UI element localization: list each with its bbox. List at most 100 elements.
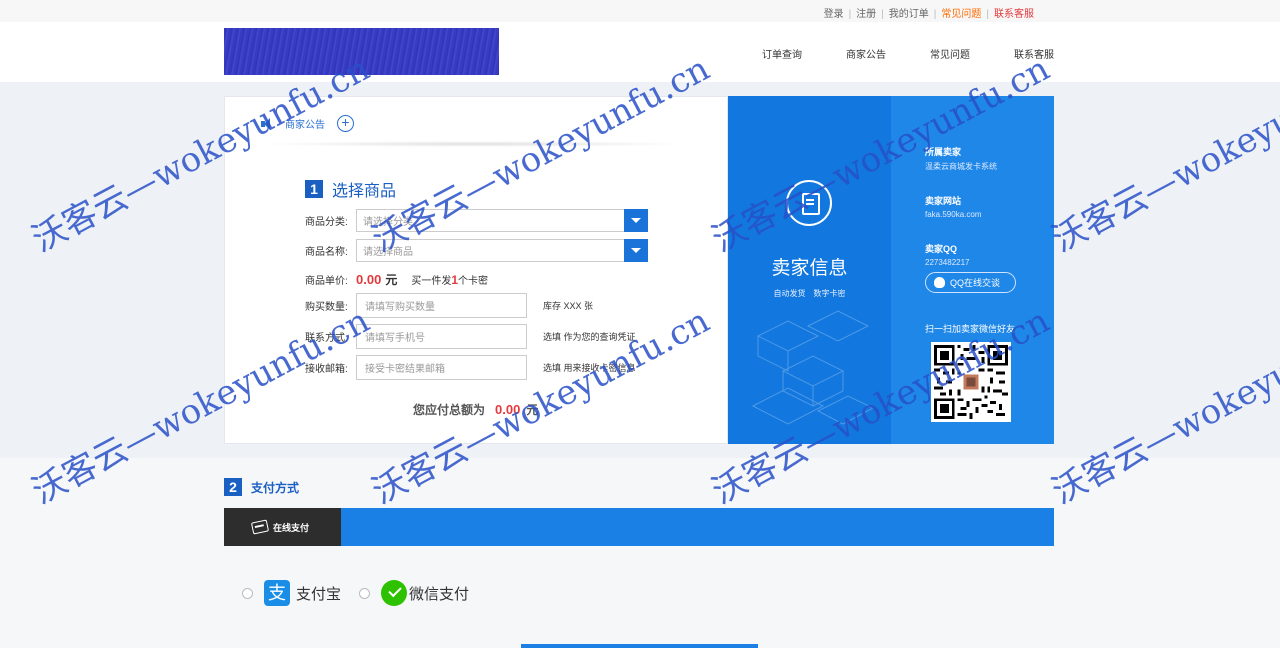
- site-block: 卖家网站 faka.590ka.com: [925, 194, 981, 219]
- owner-label: 所属卖家: [925, 147, 962, 157]
- chevron-down-icon[interactable]: [624, 209, 648, 232]
- separator: |: [848, 9, 852, 20]
- speaker-icon: [261, 117, 273, 130]
- site-label: 卖家网站: [925, 196, 962, 206]
- seller-subtitle: 自动发货 数字卡密: [728, 288, 891, 299]
- total-unit: 元: [526, 403, 539, 417]
- digital-card-tag: 数字卡密: [813, 289, 846, 298]
- qq-chat-button[interactable]: QQ在线交谈: [925, 272, 1016, 293]
- top-bar: 登录 | 注册 | 我的订单 | 常见问题 | 联系客服: [0, 0, 1280, 22]
- price-note-suffix: 个卡密: [458, 276, 489, 287]
- nav-faq[interactable]: 常见问题: [930, 46, 970, 61]
- qq-chat-label: QQ在线交谈: [950, 278, 1001, 288]
- email-label: 接收邮箱:: [305, 364, 348, 375]
- submit-button[interactable]: [521, 644, 758, 648]
- wechat-pay-icon: [381, 580, 408, 606]
- price-label: 商品单价:: [305, 276, 348, 287]
- card-icon: [250, 519, 270, 535]
- category-select[interactable]: 请选择分类: [356, 209, 648, 232]
- plus-icon[interactable]: +: [337, 115, 354, 132]
- qq-value: 2273482217: [925, 258, 970, 267]
- contact-row: 联系方式: 请填写手机号 选填 作为您的查询凭证: [305, 324, 636, 349]
- notice-label: 商家公告: [285, 120, 325, 131]
- email-placeholder: 接受卡密结果邮箱: [365, 364, 445, 375]
- alipay-label[interactable]: 支付宝: [296, 583, 341, 604]
- register-link[interactable]: 注册: [856, 9, 876, 20]
- total-row: 您应付总额为 0.00 元: [413, 401, 538, 418]
- payment-tab-bar: 在线支付: [224, 508, 1054, 546]
- owner-block: 所属卖家 温柔云商城发卡系统: [925, 145, 997, 172]
- order-card: 商家公告 + 1 选择商品 商品分类: 请选择分类 商品名称: 请选择商品 商品…: [224, 96, 728, 444]
- login-link[interactable]: 登录: [824, 9, 844, 20]
- tab-label: 在线支付: [273, 522, 310, 533]
- seller-title: 卖家信息: [771, 258, 848, 279]
- qr-code-icon: [934, 345, 1008, 419]
- contact-label: 联系方式:: [305, 333, 348, 344]
- phone-placeholder: 请填写手机号: [365, 333, 425, 344]
- qq-label: 卖家QQ: [925, 244, 958, 254]
- step-number: 1: [305, 180, 323, 198]
- category-label: 商品分类:: [305, 217, 348, 228]
- phone-input[interactable]: 请填写手机号: [356, 324, 527, 349]
- email-row: 接收邮箱: 接受卡密结果邮箱 选填 用来接收卡密信息: [305, 355, 636, 380]
- my-orders-link[interactable]: 我的订单: [889, 9, 929, 20]
- product-select[interactable]: 请选择商品: [356, 239, 648, 262]
- wechat-label[interactable]: 微信支付: [409, 583, 469, 604]
- category-row: 商品分类: 请选择分类: [305, 209, 648, 232]
- total-label: 您应付总额为: [413, 403, 486, 417]
- decor-graphic: [751, 310, 875, 425]
- step-label: 选择商品: [332, 183, 397, 200]
- top-links: 登录 | 注册 | 我的订单 | 常见问题 | 联系客服: [824, 5, 1034, 20]
- auto-delivery-tag: 自动发货: [773, 289, 806, 298]
- faq-link[interactable]: 常见问题: [941, 9, 981, 20]
- chevron-down-icon[interactable]: [624, 239, 648, 262]
- email-input[interactable]: 接受卡密结果邮箱: [356, 355, 527, 380]
- qr-code: [931, 342, 1011, 422]
- qty-label: 购买数量:: [305, 302, 348, 313]
- tab-online-payment[interactable]: 在线支付: [224, 508, 341, 546]
- site-header: 订单查询 商家公告 常见问题 联系客服: [0, 22, 1280, 82]
- qq-icon: [934, 277, 945, 288]
- divider: [255, 141, 695, 147]
- step-label: 支付方式: [251, 480, 300, 495]
- notice-row: 商家公告 +: [261, 115, 354, 132]
- contact-link[interactable]: 联系客服: [994, 9, 1034, 20]
- wechat-note: 扫一扫加卖家微信好友: [925, 324, 1016, 334]
- price-note-count: 1: [451, 273, 459, 287]
- price-unit: 元: [385, 273, 398, 287]
- separator: |: [881, 9, 884, 20]
- separator: |: [933, 9, 937, 20]
- qq-block: 卖家QQ 2273482217: [925, 242, 970, 267]
- seller-summary: 卖家信息 自动发货 数字卡密: [728, 96, 891, 444]
- price-note: 买一件发1个卡密: [411, 272, 488, 287]
- nav-contact[interactable]: 联系客服: [1014, 46, 1054, 61]
- separator: |: [986, 9, 989, 20]
- site-value[interactable]: faka.590ka.com: [925, 210, 981, 219]
- qty-row: 购买数量: 请填写购买数量 库存 XXX 张: [305, 293, 593, 318]
- total-value: 0.00: [495, 402, 521, 417]
- category-placeholder: 请选择分类: [363, 217, 413, 228]
- nav-merchant-notice[interactable]: 商家公告: [846, 46, 886, 61]
- step1-title: 1 选择商品: [305, 177, 396, 201]
- main-nav: 订单查询 商家公告 常见问题 联系客服: [718, 46, 1054, 61]
- price-row: 商品单价: 0.00 元 买一件发1个卡密: [305, 271, 488, 288]
- payment-section: 2 支付方式 在线支付 支 支付宝 微信支付: [0, 458, 1280, 648]
- product-placeholder: 请选择商品: [363, 247, 413, 258]
- step2-title: 2 支付方式: [224, 478, 299, 496]
- alipay-icon: 支: [264, 580, 290, 606]
- product-label: 商品名称:: [305, 247, 348, 258]
- site-logo[interactable]: [224, 28, 499, 75]
- owner-value: 温柔云商城发卡系统: [925, 162, 997, 171]
- nav-order-query[interactable]: 订单查询: [762, 46, 802, 61]
- wechat-radio[interactable]: [359, 587, 371, 599]
- qty-placeholder: 请填写购买数量: [365, 302, 435, 313]
- email-hint: 选填 用来接收卡密信息: [543, 363, 636, 373]
- qty-input[interactable]: 请填写购买数量: [356, 293, 527, 318]
- alipay-radio[interactable]: [242, 587, 253, 599]
- product-row: 商品名称: 请选择商品: [305, 239, 648, 262]
- payment-options: 支 支付宝 微信支付: [242, 580, 487, 606]
- contact-hint: 选填 作为您的查询凭证: [543, 332, 636, 342]
- document-icon: [786, 180, 832, 226]
- price-value: 0.00: [356, 272, 382, 287]
- stock-hint: 库存 XXX 张: [543, 301, 594, 311]
